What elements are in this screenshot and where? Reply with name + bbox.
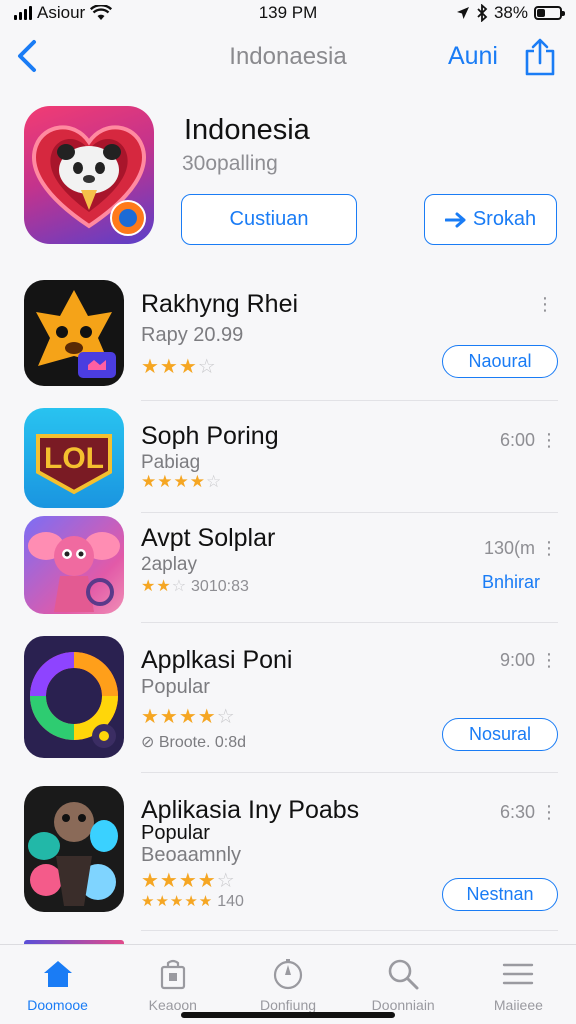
- stars-empty: ☆: [216, 706, 236, 728]
- featured-app-subtitle: 30opalling: [182, 152, 278, 175]
- stars-empty: ☆: [197, 356, 217, 378]
- stars-empty: ☆: [171, 578, 188, 595]
- stars-filled: ★★★★: [141, 870, 217, 892]
- menu-icon: [503, 963, 534, 985]
- bag-icon: [160, 959, 185, 990]
- compass-icon: [273, 959, 303, 990]
- characters-collage-icon: [28, 802, 118, 906]
- tab-label: Doomooe: [27, 997, 88, 1013]
- tab-home[interactable]: Doomooe: [0, 945, 115, 1024]
- divider: [141, 930, 558, 931]
- star-creature-icon: [36, 290, 116, 378]
- star-rating: ★★★★☆: [141, 704, 236, 729]
- secondary-outline-button[interactable]: Srokah: [424, 194, 557, 245]
- app-subtitle: 2aplay: [141, 554, 197, 575]
- rating-count: 3010:83: [191, 578, 249, 595]
- app-meta: 9:00 ⋮: [499, 650, 558, 670]
- app-name: Avpt Solplar: [141, 524, 276, 552]
- secondary-button-label: Srokah: [472, 208, 537, 230]
- stars-filled: ★★★★: [141, 472, 206, 491]
- app-subtitle: Popular: [141, 822, 210, 844]
- app-meta: 130(m ⋮: [483, 538, 558, 558]
- search-icon: [388, 959, 419, 990]
- app-meta: 6:00 ⋮: [499, 430, 558, 450]
- stars-filled: ★★★★: [141, 706, 217, 728]
- star-rating: ★★★★☆: [141, 472, 222, 492]
- svg-text:LOL: LOL: [44, 442, 104, 475]
- stars-filled: ★★★: [141, 356, 198, 378]
- home-icon: [43, 961, 72, 987]
- rainbow-ring-icon: [30, 652, 118, 748]
- featured-app-icon[interactable]: [24, 106, 154, 244]
- tab-label: Donfiung: [259, 997, 317, 1013]
- share-icon[interactable]: [524, 38, 556, 76]
- primary-outline-button[interactable]: Custiuan: [181, 194, 357, 245]
- battery-fill: [537, 9, 546, 17]
- tab-more[interactable]: Maiieee: [461, 945, 576, 1024]
- app-meta: 6:30 ⋮: [499, 802, 558, 822]
- list-item[interactable]: Rakhyng Rhei Rapy 20.99 ★★★☆ ⋮ Naoural: [24, 280, 558, 388]
- app-subtitle: Popular: [141, 676, 210, 698]
- app-subtitle: Rapy 20.99: [141, 324, 244, 346]
- status-bar: Asiour 139 PM 38%: [0, 0, 576, 26]
- list-item[interactable]: Aplikasia Iny Poabs Popular Beoaamnly ★★…: [24, 786, 558, 916]
- featured-app-title: Indonesia: [184, 114, 310, 146]
- lol-badge-icon: LOL: [36, 434, 112, 495]
- app-subtitle: Pabiag: [141, 452, 201, 473]
- star-rating: ★★☆ 3010:83: [141, 576, 249, 596]
- stars-filled: ★★★★★: [141, 893, 214, 910]
- app-icon: [24, 786, 124, 912]
- tab-label: Doonniain: [371, 997, 435, 1013]
- home-indicator: [181, 1012, 395, 1018]
- nav-action-button[interactable]: Auni: [448, 42, 498, 71]
- app-icon: [24, 516, 124, 614]
- app-link-button[interactable]: Bnhirar: [482, 572, 540, 593]
- list-item[interactable]: LOL Soph Poring Pabiag ★★★★☆ 6:00 ⋮: [24, 406, 558, 510]
- get-button[interactable]: Naoural: [442, 345, 558, 378]
- list-item[interactable]: Avpt Solplar 2aplay ★★☆ 3010:83 130(m ⋮ B…: [24, 516, 558, 616]
- star-rating: ★★★☆: [141, 354, 217, 379]
- tab-label: Keaoon: [148, 997, 197, 1013]
- stars-filled: ★★: [141, 578, 172, 595]
- pink-creature-icon: [28, 532, 120, 612]
- battery-icon: [534, 6, 565, 20]
- status-time: 139 PM: [258, 3, 318, 22]
- app-name: Aplikasia Iny Poabs: [141, 796, 360, 824]
- app-icon: LOL: [24, 408, 124, 508]
- get-button[interactable]: Nosural: [442, 718, 558, 751]
- divider: [141, 512, 558, 513]
- app-name: Soph Poring: [141, 422, 279, 450]
- featured-app: Indonesia 30opalling Custiuan Srokah: [24, 106, 557, 246]
- app-icon: [24, 280, 124, 386]
- app-icon: [24, 636, 124, 758]
- star-rating: ★★★★☆: [141, 868, 236, 893]
- stars-empty: ☆: [205, 472, 223, 491]
- divider: [141, 772, 558, 773]
- app-extra-info: ⊘ Broote. 0:8d: [141, 734, 247, 751]
- get-button[interactable]: Nestnan: [442, 878, 558, 911]
- list-item[interactable]: Applkasi Poni Popular ★★★★☆ ⊘ Broote. 0:…: [24, 636, 558, 760]
- divider: [141, 400, 558, 401]
- heart-panda-icon: [32, 125, 146, 236]
- more-options-icon[interactable]: ⋮: [536, 294, 554, 315]
- tab-label: Maiieee: [493, 997, 543, 1013]
- divider: [141, 622, 558, 623]
- stars-empty: ☆: [216, 870, 236, 892]
- navigation-bar: Indonaesia Auni: [0, 34, 576, 80]
- rating-count: 140: [217, 893, 244, 910]
- app-name: Applkasi Poni: [141, 646, 293, 674]
- arrow-right-icon: [444, 212, 466, 227]
- app-name: Rakhyng Rhei: [141, 290, 299, 318]
- star-rating-small: ★★★★★ 140: [141, 892, 244, 911]
- app-subtitle-secondary: Beoaamnly: [141, 844, 242, 866]
